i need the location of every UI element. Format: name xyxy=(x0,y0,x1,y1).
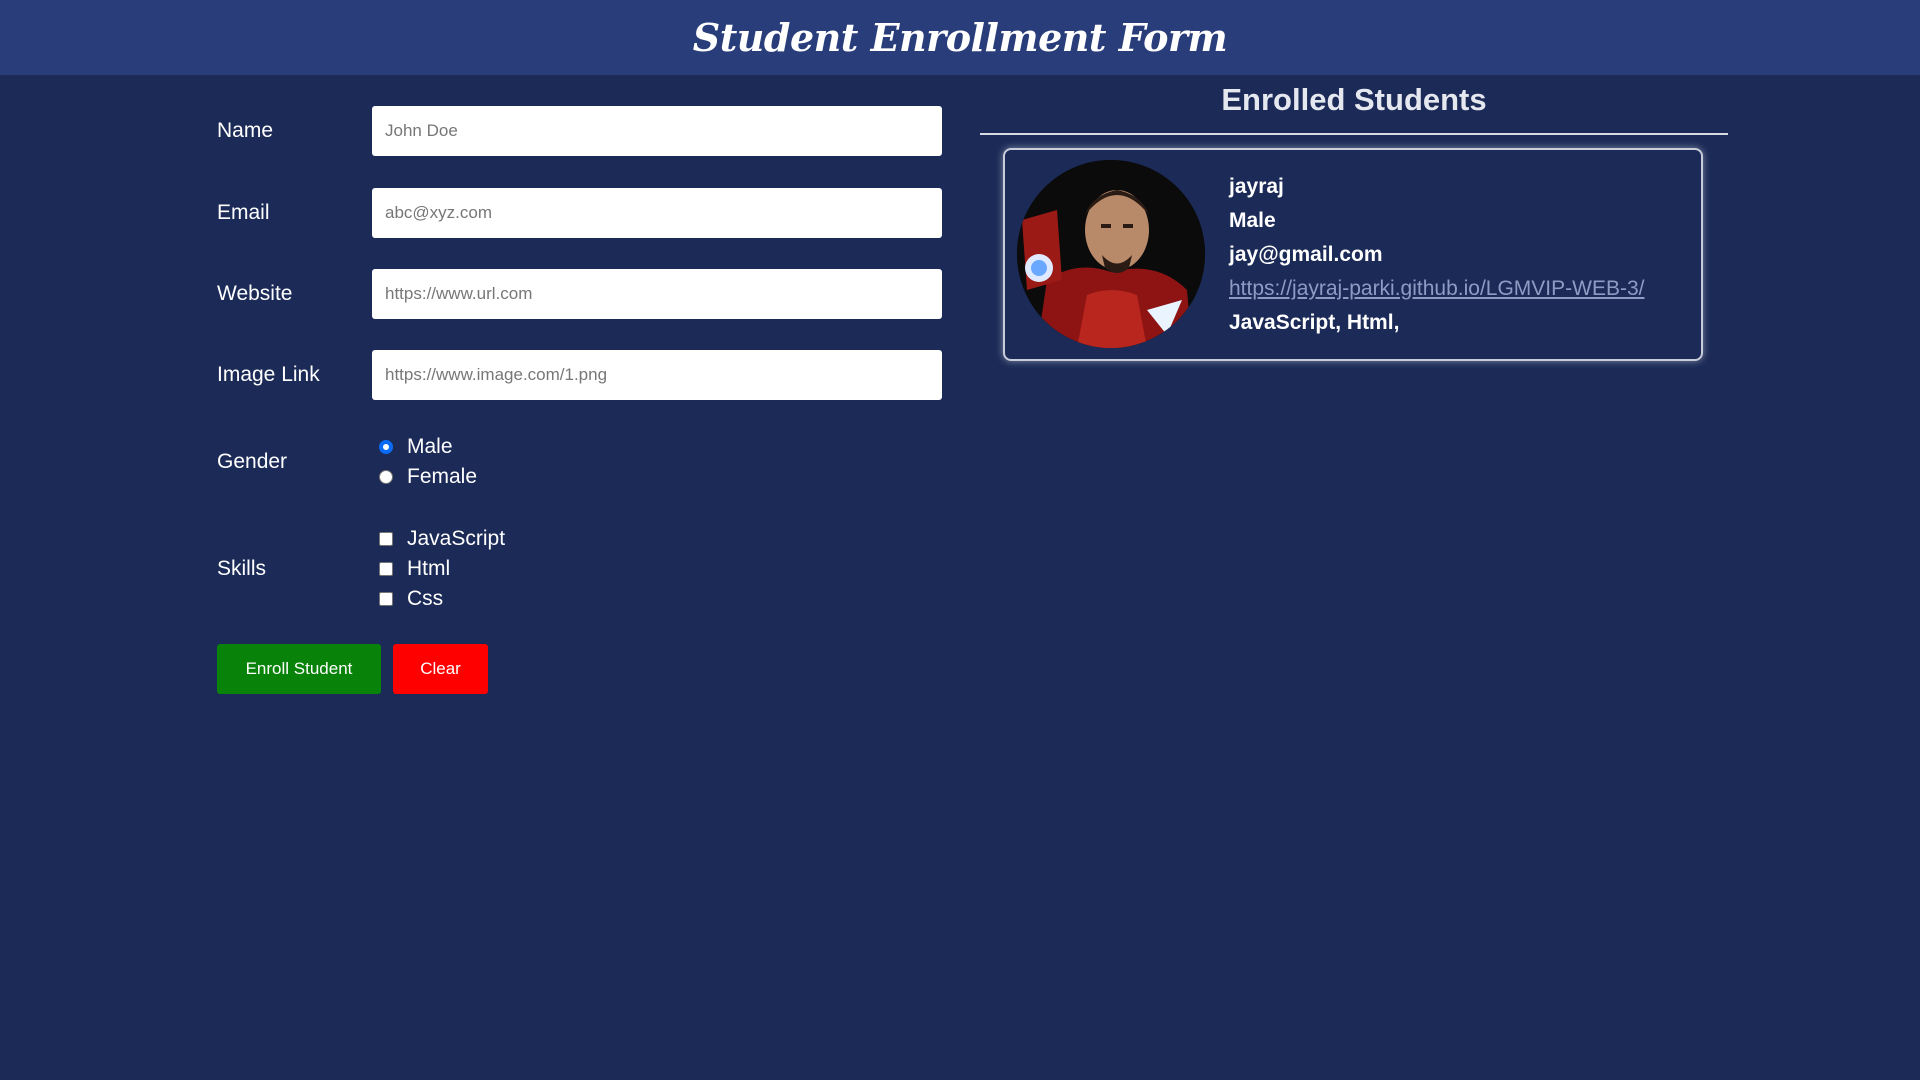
email-input[interactable] xyxy=(372,188,942,238)
skill-option-css[interactable]: Css xyxy=(372,584,505,614)
skill-option-label: JavaScript xyxy=(407,527,506,550)
student-card: jayraj Male jay@gmail.com https://jayraj… xyxy=(1003,148,1703,361)
checkbox-icon[interactable] xyxy=(379,592,393,606)
name-label: Name xyxy=(217,119,274,142)
student-email: jay@gmail.com xyxy=(1229,243,1383,266)
skills-label: Skills xyxy=(217,557,267,580)
radio-checked-icon[interactable] xyxy=(379,440,393,454)
skill-option-label: Css xyxy=(407,587,444,610)
email-label: Email xyxy=(217,201,270,224)
gender-options: Male Female xyxy=(372,432,477,492)
gender-option-male[interactable]: Male xyxy=(372,432,477,462)
image-link-input[interactable] xyxy=(372,350,942,400)
email-row: Email xyxy=(217,188,942,238)
gender-row: Gender Male Female xyxy=(217,432,477,492)
website-label: Website xyxy=(217,282,293,305)
page-title: Student Enrollment Form xyxy=(692,15,1228,60)
skills-options: JavaScript Html Css xyxy=(372,524,505,614)
checkbox-icon[interactable] xyxy=(379,562,393,576)
image-link-label: Image Link xyxy=(217,363,320,386)
checkbox-icon[interactable] xyxy=(379,532,393,546)
divider xyxy=(980,133,1728,135)
gender-option-label: Male xyxy=(407,435,453,458)
student-name: jayraj xyxy=(1229,175,1284,198)
gender-option-label: Female xyxy=(407,465,478,488)
student-gender: Male xyxy=(1229,209,1276,232)
student-photo xyxy=(1017,160,1205,348)
skill-option-label: Html xyxy=(407,557,451,580)
website-row: Website xyxy=(217,269,942,319)
radio-unchecked-icon[interactable] xyxy=(379,470,393,484)
image-link-row: Image Link xyxy=(217,350,942,400)
page-header: Student Enrollment Form xyxy=(0,0,1920,75)
name-input[interactable] xyxy=(372,106,942,156)
student-skills: JavaScript, Html, xyxy=(1229,311,1400,334)
enroll-student-button[interactable]: Enroll Student xyxy=(217,644,381,694)
skill-option-html[interactable]: Html xyxy=(372,554,505,584)
student-website-link[interactable]: https://jayraj-parki.github.io/LGMVIP-WE… xyxy=(1229,277,1644,300)
skills-row: Skills JavaScript Html Css xyxy=(217,524,505,614)
gender-label: Gender xyxy=(217,450,288,473)
skill-option-javascript[interactable]: JavaScript xyxy=(372,524,505,554)
enrolled-students-heading: Enrolled Students xyxy=(1221,82,1487,117)
gender-option-female[interactable]: Female xyxy=(372,462,477,492)
clear-button[interactable]: Clear xyxy=(393,644,488,694)
website-input[interactable] xyxy=(372,269,942,319)
student-info: jayraj Male jay@gmail.com https://jayraj… xyxy=(1229,170,1644,340)
name-row: Name xyxy=(217,106,942,156)
student-avatar xyxy=(1017,160,1205,348)
